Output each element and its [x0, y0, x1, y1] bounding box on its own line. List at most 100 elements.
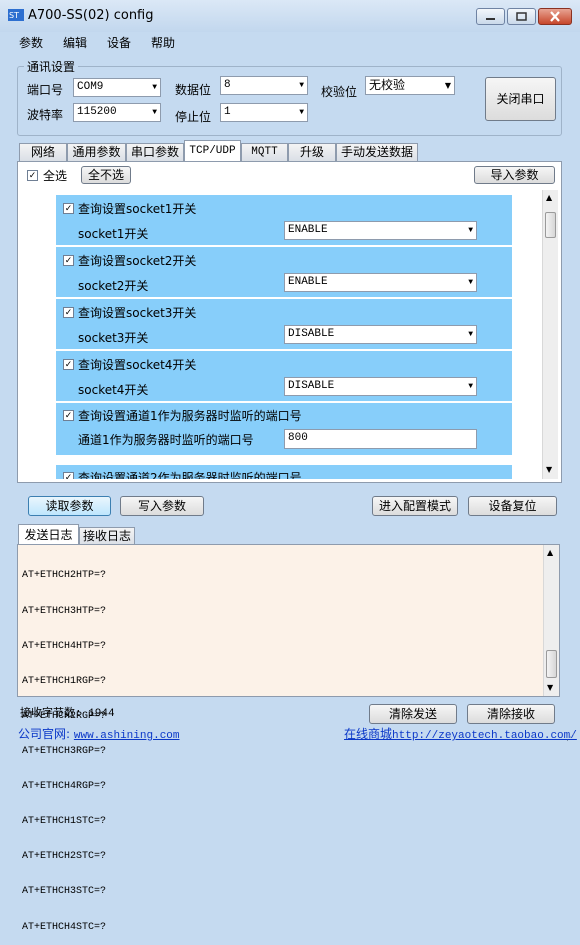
read-params-button[interactable]: 读取参数	[28, 496, 111, 516]
list-item: ✓ 查询设置socket2开关 socket2开关 ENABLE ▼	[56, 247, 512, 297]
close-button[interactable]	[538, 8, 572, 25]
list-item: ✓ 查询设置通道2作为服务器时监听的端口号	[56, 465, 512, 479]
item-label: socket1开关	[78, 227, 149, 241]
log-line: AT+ETHCH3STC=?	[22, 886, 107, 898]
list-item: ✓ 查询设置通道1作为服务器时监听的端口号 通道1作为服务器时监听的端口号 80…	[56, 403, 512, 455]
databits-value: 8	[224, 79, 231, 91]
comm-settings-legend: 通讯设置	[24, 58, 79, 75]
port-label: 端口号	[27, 83, 64, 97]
chevron-down-icon: ▼	[152, 83, 157, 92]
item-value: DISABLE	[288, 328, 335, 340]
resize-grip-icon[interactable]: ⋰	[566, 733, 576, 743]
log-line: AT+ETHCH4HTP=?	[22, 640, 107, 652]
item-checkbox[interactable]: ✓	[63, 359, 74, 370]
scroll-thumb[interactable]	[546, 650, 557, 678]
tab-upgrade[interactable]: 升级	[288, 143, 336, 161]
item-title: 查询设置socket1开关	[78, 202, 197, 216]
parity-label: 校验位	[321, 85, 358, 99]
online-shop-label[interactable]: 在线商城	[344, 727, 392, 741]
list-item: ✓ 查询设置socket1开关 socket1开关 ENABLE ▼	[56, 195, 512, 245]
item-title: 查询设置socket2开关	[78, 254, 197, 268]
minimize-button[interactable]	[476, 8, 505, 25]
window-title: A700-SS(02) config	[28, 8, 154, 23]
chevron-down-icon: ▼	[152, 108, 157, 117]
device-reset-button[interactable]: 设备复位	[468, 496, 557, 516]
svg-text:ST: ST	[9, 11, 19, 20]
baud-value: 115200	[77, 106, 117, 118]
stopbits-value: 1	[224, 106, 231, 118]
list-scrollbar[interactable]: ▲ ▼	[542, 190, 558, 479]
menu-params[interactable]: 参数	[19, 34, 43, 51]
item-checkbox[interactable]: ✓	[63, 307, 74, 318]
chevron-down-icon: ▼	[468, 330, 473, 339]
chevron-down-icon: ▼	[299, 81, 304, 90]
menu-device[interactable]: 设备	[107, 34, 131, 51]
item-title: 查询设置socket3开关	[78, 306, 197, 320]
item-input[interactable]: 800	[284, 429, 477, 449]
item-checkbox[interactable]: ✓	[63, 472, 74, 479]
enter-config-button[interactable]: 进入配置模式	[372, 496, 458, 516]
write-params-button[interactable]: 写入参数	[120, 496, 204, 516]
scroll-down-icon[interactable]: ▼	[547, 683, 553, 692]
select-all-checkbox[interactable]: ✓	[27, 170, 38, 181]
parity-select[interactable]: 无校验 ▼	[365, 76, 455, 95]
company-site-label: 公司官网:	[18, 727, 71, 741]
databits-label: 数据位	[175, 83, 212, 97]
scroll-thumb[interactable]	[545, 212, 556, 238]
clear-send-button[interactable]: 清除发送	[369, 704, 457, 724]
close-port-button[interactable]: 关闭串口	[485, 77, 556, 121]
tab-tcp-udp[interactable]: TCP/UDP	[184, 140, 241, 162]
tab-network[interactable]: 网络	[19, 143, 67, 161]
log-line: AT+ETHCH2HTP=?	[22, 570, 107, 582]
databits-select[interactable]: 8 ▼	[220, 76, 308, 95]
scroll-up-icon[interactable]: ▲	[546, 193, 552, 202]
clear-recv-button[interactable]: 清除接收	[467, 704, 555, 724]
online-shop-link[interactable]: http://zeyaotech.taobao.com/	[392, 730, 577, 742]
item-checkbox[interactable]: ✓	[63, 255, 74, 266]
select-none-button[interactable]: 全不选	[81, 166, 131, 184]
baud-select[interactable]: 115200 ▼	[73, 103, 161, 122]
item-select[interactable]: DISABLE ▼	[284, 377, 477, 396]
param-list: ✓ 查询设置socket1开关 socket1开关 ENABLE ▼ ✓ 查询设置…	[56, 195, 512, 479]
tab-general-params[interactable]: 通用参数	[67, 143, 126, 161]
item-label: 通道1作为服务器时监听的端口号	[78, 433, 254, 447]
chevron-down-icon: ▼	[299, 108, 304, 117]
log-scrollbar[interactable]: ▲ ▼	[543, 545, 559, 696]
item-value: ENABLE	[288, 276, 328, 288]
select-all-label: 全选	[43, 169, 68, 183]
log-line: AT+ETHCH2STC=?	[22, 851, 107, 863]
list-item: ✓ 查询设置socket3开关 socket3开关 DISABLE ▼	[56, 299, 512, 349]
item-checkbox[interactable]: ✓	[63, 203, 74, 214]
stopbits-label: 停止位	[175, 110, 212, 124]
menu-edit[interactable]: 编辑	[63, 34, 87, 51]
log-line: AT+ETHCH4RGP=?	[22, 781, 107, 793]
log-line: AT+ETHCH1STC=?	[22, 816, 107, 828]
tab-recv-log[interactable]: 接收日志	[79, 527, 135, 545]
minimize-icon	[486, 18, 495, 20]
chevron-down-icon: ▼	[468, 278, 473, 287]
item-select[interactable]: DISABLE ▼	[284, 325, 477, 344]
tab-send-log[interactable]: 发送日志	[18, 524, 79, 546]
company-site-link[interactable]: www.ashining.com	[74, 730, 180, 742]
maximize-icon	[516, 12, 527, 21]
item-label: socket2开关	[78, 279, 149, 293]
item-checkbox[interactable]: ✓	[63, 410, 74, 421]
menu-help[interactable]: 帮助	[151, 34, 175, 51]
import-params-button[interactable]: 导入参数	[474, 166, 555, 184]
item-select[interactable]: ENABLE ▼	[284, 221, 477, 240]
stopbits-select[interactable]: 1 ▼	[220, 103, 308, 122]
close-icon	[550, 11, 560, 22]
item-select[interactable]: ENABLE ▼	[284, 273, 477, 292]
recv-bytes-count: 接收字节数: 1944	[20, 708, 115, 720]
tab-mqtt[interactable]: MQTT	[241, 143, 288, 161]
maximize-button[interactable]	[507, 8, 536, 25]
chevron-down-icon: ▼	[468, 382, 473, 391]
scroll-down-icon[interactable]: ▼	[546, 465, 552, 474]
scroll-up-icon[interactable]: ▲	[547, 548, 553, 557]
port-select[interactable]: COM9 ▼	[73, 78, 161, 97]
tab-serial-params[interactable]: 串口参数	[126, 143, 184, 161]
log-line: AT+ETHCH3RGP=?	[22, 745, 107, 757]
parity-value: 无校验	[369, 78, 406, 92]
tab-manual-send[interactable]: 手动发送数据	[336, 143, 418, 161]
company-site: 公司官网: www.ashining.com	[18, 725, 180, 742]
